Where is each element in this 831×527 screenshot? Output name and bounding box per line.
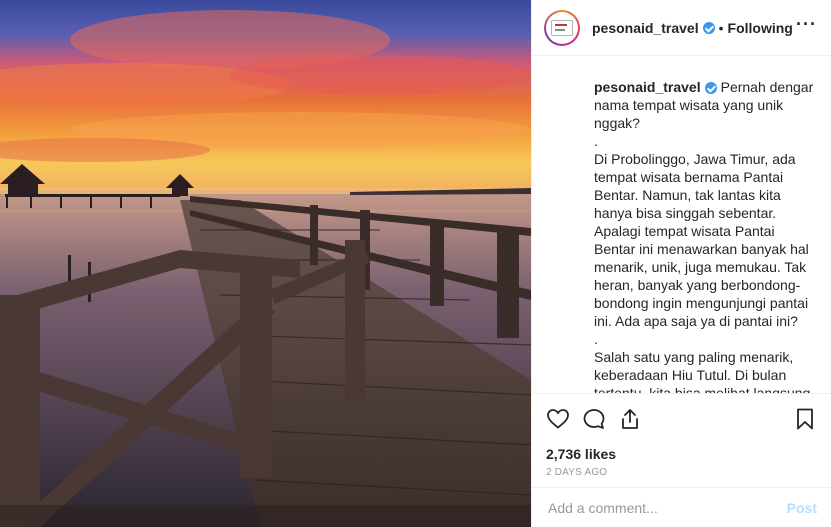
caption-username[interactable]: pesonaid_travel bbox=[594, 79, 701, 95]
post-photo[interactable] bbox=[0, 0, 531, 527]
share-icon[interactable] bbox=[618, 407, 642, 431]
following-button[interactable]: Following bbox=[728, 20, 793, 36]
avatar[interactable] bbox=[544, 9, 580, 46]
caption-text: Pernah dengar nama tempat wisata yang un… bbox=[594, 79, 814, 393]
comment-icon[interactable] bbox=[582, 407, 606, 431]
post-comment-button[interactable]: Post bbox=[787, 500, 817, 516]
comment-bar: Post bbox=[532, 487, 831, 527]
header-username[interactable]: pesonaid_travel bbox=[592, 20, 699, 36]
separator-dot: • bbox=[718, 19, 724, 36]
caption-area[interactable]: pesonaid_travel Pernah dengar nama tempat… bbox=[532, 56, 831, 393]
more-options-icon[interactable]: ··· bbox=[796, 15, 817, 37]
caption-text-block: pesonaid_travel Pernah dengar nama tempat… bbox=[594, 78, 815, 393]
post-side-panel: pesonaid_travel • Following ··· pesonaid… bbox=[531, 0, 831, 527]
post-header: pesonaid_travel • Following ··· bbox=[532, 0, 831, 56]
brand-logo-icon bbox=[551, 19, 573, 36]
verified-badge-icon bbox=[702, 21, 715, 34]
heart-icon[interactable] bbox=[546, 407, 570, 431]
instagram-post-modal: pesonaid_travel • Following ··· pesonaid… bbox=[0, 0, 831, 527]
post-date[interactable]: 2 DAYS AGO bbox=[532, 465, 831, 487]
bookmark-icon[interactable] bbox=[793, 407, 817, 431]
comment-input[interactable] bbox=[546, 498, 787, 517]
caption-verified-icon bbox=[704, 82, 717, 95]
sunset-pier-image bbox=[0, 0, 531, 527]
likes-count[interactable]: 2,736 likes bbox=[532, 443, 831, 465]
action-bar bbox=[532, 393, 831, 443]
